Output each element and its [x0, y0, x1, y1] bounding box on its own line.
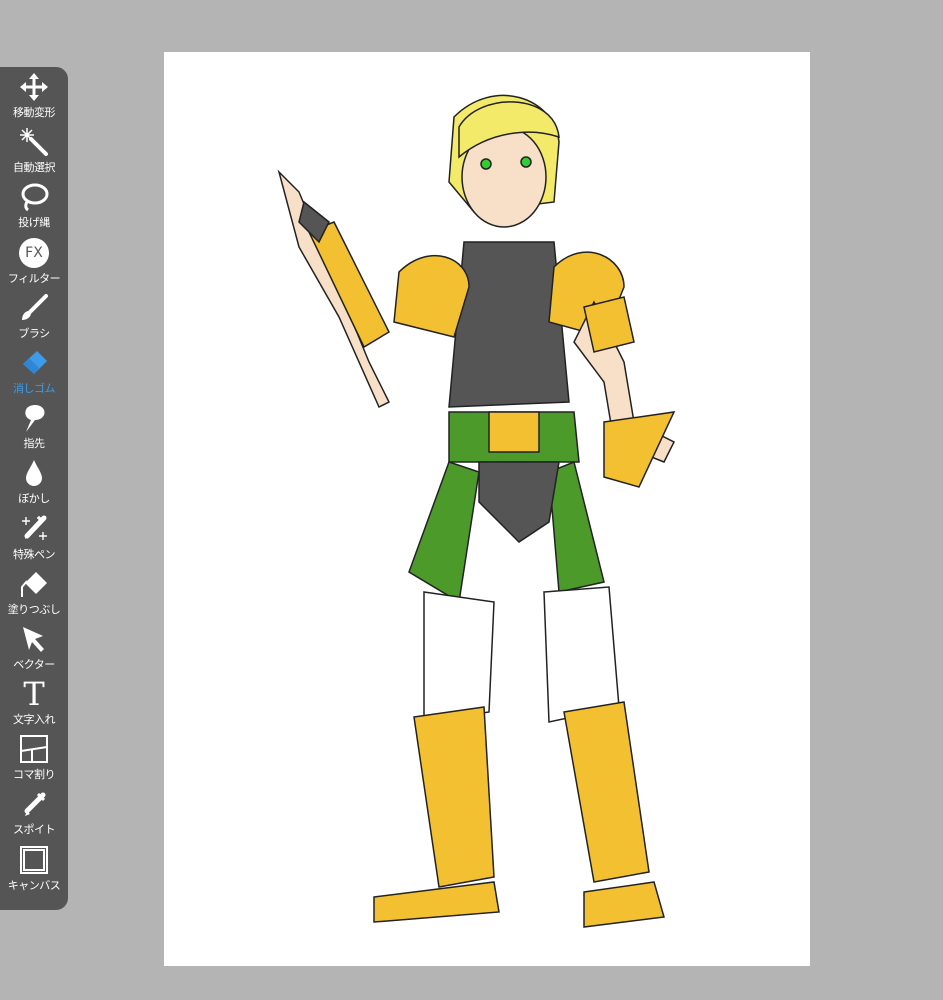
finger-icon: [18, 402, 50, 434]
move-arrows-icon: [18, 71, 50, 103]
tool-frame[interactable]: コマ割り: [0, 733, 68, 788]
tool-blur[interactable]: ぼかし: [0, 457, 68, 512]
tool-label: ぼかし: [18, 492, 50, 506]
tool-palette: 移動変形 自動選択 投げ縄 FX フィルター ブラシ 消しゴム 指先 ぼかし 特殊…: [0, 67, 68, 910]
tool-label: フィルター: [7, 271, 61, 285]
tool-vector[interactable]: ベクター: [0, 623, 68, 678]
tool-label: 投げ縄: [18, 216, 50, 230]
canvas-icon: [18, 844, 50, 876]
tool-label: キャンバス: [7, 878, 61, 892]
tool-label: 特殊ペン: [13, 547, 56, 561]
tool-label: 自動選択: [13, 161, 56, 175]
tool-transform[interactable]: 移動変形: [0, 71, 68, 126]
tool-eyedropper[interactable]: スポイト: [0, 788, 68, 843]
tool-text[interactable]: T 文字入れ: [0, 678, 68, 733]
fx-icon-text: FX: [19, 237, 49, 268]
character-illustration: [277, 94, 676, 928]
tool-label: スポイト: [13, 823, 56, 837]
tool-label: 文字入れ: [13, 713, 56, 727]
eyedropper-icon: [18, 788, 50, 820]
fx-icon: FX: [18, 237, 50, 269]
tool-label: 消しゴム: [13, 381, 56, 395]
tool-special-pen[interactable]: 特殊ペン: [0, 513, 68, 568]
text-icon-glyph: T: [23, 675, 45, 714]
tool-canvas[interactable]: キャンバス: [0, 844, 68, 899]
tool-fill[interactable]: 塗りつぶし: [0, 568, 68, 623]
text-icon: T: [18, 678, 50, 710]
tool-smudge[interactable]: 指先: [0, 402, 68, 457]
sparkle-pen-icon: [18, 513, 50, 545]
tool-label: 指先: [23, 437, 46, 451]
eraser-icon: [18, 347, 50, 379]
tool-brush[interactable]: ブラシ: [0, 292, 68, 347]
drop-icon: [18, 457, 50, 489]
brush-icon: [18, 292, 50, 324]
tool-magic-wand[interactable]: 自動選択: [0, 126, 68, 181]
arrow-cursor-icon: [18, 623, 50, 655]
drawing-canvas[interactable]: [164, 52, 810, 966]
magic-wand-icon: [18, 126, 50, 158]
tool-label: コマ割り: [13, 768, 56, 782]
tool-lasso[interactable]: 投げ縄: [0, 181, 68, 236]
tool-label: 塗りつぶし: [7, 602, 61, 616]
tool-eraser[interactable]: 消しゴム: [0, 347, 68, 402]
bucket-icon: [18, 568, 50, 600]
tool-filter[interactable]: FX フィルター: [0, 237, 68, 292]
panel-icon: [18, 733, 50, 765]
lasso-icon: [18, 181, 50, 213]
tool-label: 移動変形: [13, 106, 56, 119]
tool-label: ブラシ: [18, 326, 50, 340]
tool-label: ベクター: [13, 657, 55, 671]
